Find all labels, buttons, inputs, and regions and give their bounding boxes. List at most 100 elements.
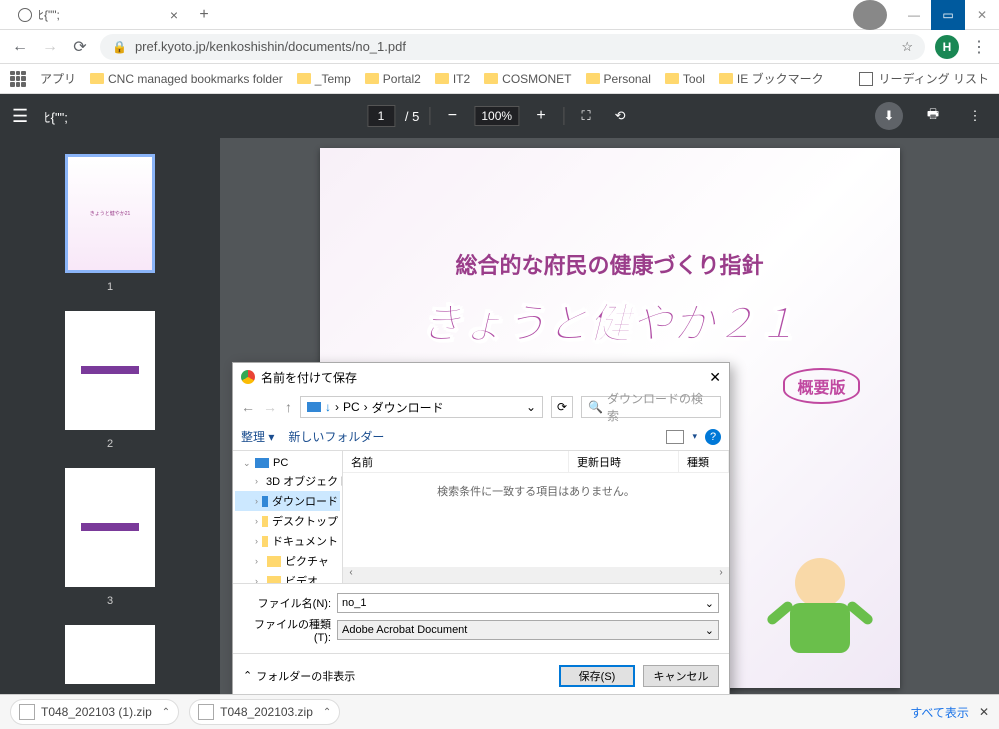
bookmark-folder[interactable]: Portal2: [365, 72, 421, 86]
nav-forward-icon[interactable]: →: [263, 399, 277, 415]
chrome-icon: [241, 370, 255, 384]
tree-item-downloads[interactable]: ›ダウンロード: [235, 491, 340, 511]
bookmark-folder[interactable]: _Temp: [297, 72, 351, 86]
tree-item[interactable]: ›デスクトップ: [235, 511, 340, 531]
thumb-label: 3: [107, 595, 113, 607]
page-total: / 5: [405, 109, 419, 124]
tree-item[interactable]: ›3D オブジェクト: [235, 471, 340, 491]
dialog-body: ⌄PC ›3D オブジェクト ›ダウンロード ›デスクトップ ›ドキュメント ›…: [233, 451, 729, 584]
path-field[interactable]: ↓ › PC › ダウンロード ⌄: [300, 396, 543, 418]
minimize-button[interactable]: —: [897, 0, 931, 30]
bookmark-folder[interactable]: CNC managed bookmarks folder: [90, 72, 283, 86]
col-type[interactable]: 種類: [679, 451, 729, 472]
more-icon[interactable]: ⋮: [963, 104, 987, 128]
doc-title: きょうと健やか２１: [350, 290, 870, 351]
pdf-toolbar: ☰ ﾋ{""; / 5 − 100% + ⛶ ⟲ ⬇ 🖶 ⋮: [0, 94, 999, 138]
apps-label[interactable]: アプリ: [40, 70, 76, 87]
col-name[interactable]: 名前: [343, 451, 569, 472]
file-icon: [19, 704, 35, 720]
browser-menu-icon[interactable]: ⋮: [969, 37, 989, 57]
zoom-value[interactable]: 100%: [474, 106, 519, 126]
tree-item[interactable]: ›ドキュメント: [235, 531, 340, 551]
tree-item[interactable]: ›ピクチャ: [235, 551, 340, 571]
list-header: 名前 更新日時 種類: [343, 451, 729, 473]
new-folder-button[interactable]: 新しいフォルダー: [288, 428, 384, 445]
chrome-account-icon[interactable]: [853, 0, 887, 30]
file-icon: [198, 704, 214, 720]
apps-icon[interactable]: [10, 71, 26, 87]
view-mode-button[interactable]: [666, 430, 684, 444]
download-icon[interactable]: ⬇: [875, 102, 903, 130]
reading-list-button[interactable]: リーディング リスト: [879, 70, 990, 87]
nav-up-icon[interactable]: ↑: [285, 399, 292, 415]
thumbnail[interactable]: [65, 468, 155, 587]
bookmark-folder[interactable]: IE ブックマーク: [719, 70, 824, 87]
cartoon-illustration: [770, 558, 870, 678]
fit-page-icon[interactable]: ⛶: [574, 104, 598, 128]
search-field[interactable]: 🔍 ダウンロードの検索: [581, 396, 721, 418]
filetype-label: ファイルの種類(T):: [243, 616, 337, 644]
tab-title: ﾋ{"";: [38, 6, 60, 23]
refresh-button[interactable]: ⟳: [551, 396, 573, 418]
dialog-fields: ファイル名(N): no_1⌄ ファイルの種類(T): Adobe Acroba…: [233, 584, 729, 653]
dialog-nav: ← → ↑ ↓ › PC › ダウンロード ⌄ ⟳ 🔍 ダウンロードの検索: [233, 391, 729, 423]
rotate-icon[interactable]: ⟲: [608, 104, 632, 128]
download-item[interactable]: T048_202103 (1).zip ⌃: [10, 699, 179, 725]
close-tab-icon[interactable]: ×: [170, 7, 178, 23]
page-input[interactable]: [367, 105, 395, 127]
thumb-label: 2: [107, 438, 113, 450]
maximize-button[interactable]: ▭: [931, 0, 965, 30]
organize-button[interactable]: 整理 ▾: [241, 428, 274, 445]
pdf-file-label: ﾋ{"";: [44, 107, 68, 126]
back-button[interactable]: ←: [10, 37, 30, 57]
close-shelf-button[interactable]: ✕: [979, 705, 989, 719]
doc-badge: 概要版: [783, 368, 859, 404]
print-icon[interactable]: 🖶: [921, 104, 945, 128]
horizontal-scrollbar[interactable]: ‹›: [343, 567, 729, 583]
thumb-label: 1: [107, 281, 113, 293]
hide-folders-toggle[interactable]: ⌃フォルダーの非表示: [243, 668, 355, 684]
bookmark-folder[interactable]: COSMONET: [484, 72, 571, 86]
profile-avatar[interactable]: H: [935, 35, 959, 59]
menu-icon[interactable]: ☰: [12, 106, 28, 127]
reload-button[interactable]: ⟳: [70, 37, 90, 57]
nav-back-icon[interactable]: ←: [241, 399, 255, 415]
close-window-button[interactable]: ✕: [965, 0, 999, 30]
tree-item[interactable]: ›ビデオ: [235, 571, 340, 583]
download-item[interactable]: T048_202103.zip ⌃: [189, 699, 340, 725]
new-tab-button[interactable]: +: [192, 3, 216, 27]
url-field[interactable]: 🔒 pref.kyoto.jp/kenkoshishin/documents/n…: [100, 34, 925, 60]
zoom-in-button[interactable]: +: [529, 104, 553, 128]
show-all-button[interactable]: すべて表示: [910, 704, 969, 721]
forward-button[interactable]: →: [40, 37, 60, 57]
star-icon[interactable]: ☆: [901, 39, 913, 55]
dialog-toolbar: 整理 ▾ 新しいフォルダー ▾ ?: [233, 423, 729, 451]
url-text: pref.kyoto.jp/kenkoshishin/documents/no_…: [135, 39, 406, 54]
filetype-select[interactable]: Adobe Acrobat Document⌄: [337, 620, 719, 640]
url-bar: ← → ⟳ 🔒 pref.kyoto.jp/kenkoshishin/docum…: [0, 30, 999, 64]
thumbnail[interactable]: [65, 625, 155, 684]
chevron-up-icon[interactable]: ⌃: [323, 707, 331, 718]
zoom-out-button[interactable]: −: [440, 104, 464, 128]
thumbnail[interactable]: きょうと健やか21: [65, 154, 155, 273]
bookmark-folder[interactable]: Tool: [665, 72, 705, 86]
chevron-up-icon[interactable]: ⌃: [162, 707, 170, 718]
bookmark-folder[interactable]: IT2: [435, 72, 470, 86]
filename-input[interactable]: no_1⌄: [337, 593, 719, 613]
folder-tree: ⌄PC ›3D オブジェクト ›ダウンロード ›デスクトップ ›ドキュメント ›…: [233, 451, 343, 583]
bookmark-folder[interactable]: Personal: [586, 72, 651, 86]
doc-subtitle: 総合的な府民の健康づくり指針: [350, 248, 870, 280]
dialog-title-text: 名前を付けて保存: [261, 369, 357, 386]
dialog-close-button[interactable]: ✕: [709, 369, 721, 386]
browser-tab[interactable]: ﾋ{""; ×: [8, 1, 188, 29]
globe-icon: [18, 8, 32, 22]
col-date[interactable]: 更新日時: [569, 451, 679, 472]
file-list: 名前 更新日時 種類 検索条件に一致する項目はありません。 ‹›: [343, 451, 729, 583]
thumbnail[interactable]: [65, 311, 155, 430]
help-icon[interactable]: ?: [705, 429, 721, 445]
save-as-dialog: 名前を付けて保存 ✕ ← → ↑ ↓ › PC › ダウンロード ⌄ ⟳ 🔍 ダ…: [232, 362, 730, 698]
filename-label: ファイル名(N):: [243, 595, 337, 611]
cancel-button[interactable]: キャンセル: [643, 665, 719, 687]
tree-item-pc[interactable]: ⌄PC: [235, 455, 340, 471]
save-button[interactable]: 保存(S): [559, 665, 635, 687]
